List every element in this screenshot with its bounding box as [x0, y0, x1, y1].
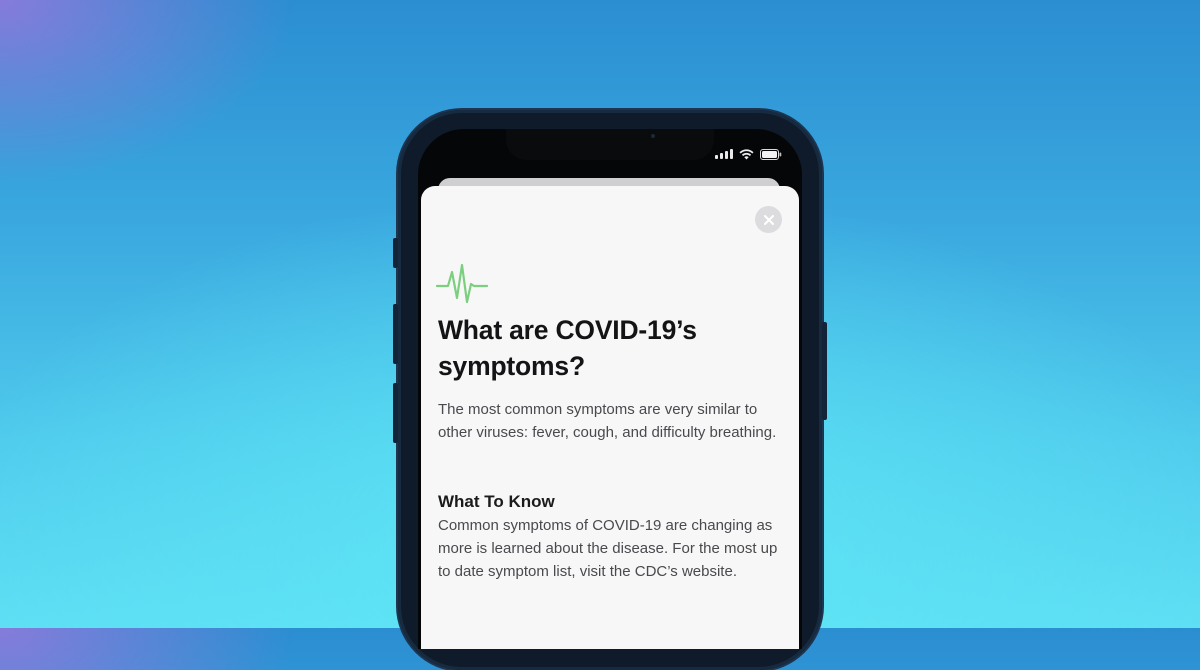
power-button — [822, 322, 827, 420]
heartbeat-icon — [436, 263, 488, 304]
volume-down-button — [393, 383, 398, 443]
mute-switch — [393, 238, 398, 268]
article-intro: The most common symptoms are very simila… — [438, 401, 777, 441]
volume-up-button — [393, 304, 398, 364]
notch — [506, 129, 714, 160]
front-camera — [651, 134, 655, 138]
symptoms-article-sheet: What are COVID-19’s symptoms? The most c… — [421, 186, 799, 649]
cellular-signal-icon — [715, 149, 733, 159]
status-bar — [715, 147, 782, 161]
close-icon — [763, 214, 774, 225]
battery-icon — [760, 148, 782, 160]
close-button[interactable] — [755, 206, 782, 233]
phone-screen: What are COVID-19’s symptoms? The most c… — [418, 129, 802, 649]
section-heading: What To Know — [438, 492, 555, 511]
section-body: Common symptoms of COVID-19 are changing… — [438, 517, 778, 580]
wifi-icon — [739, 148, 754, 160]
article-title: What are COVID-19’s symptoms? — [438, 315, 697, 381]
